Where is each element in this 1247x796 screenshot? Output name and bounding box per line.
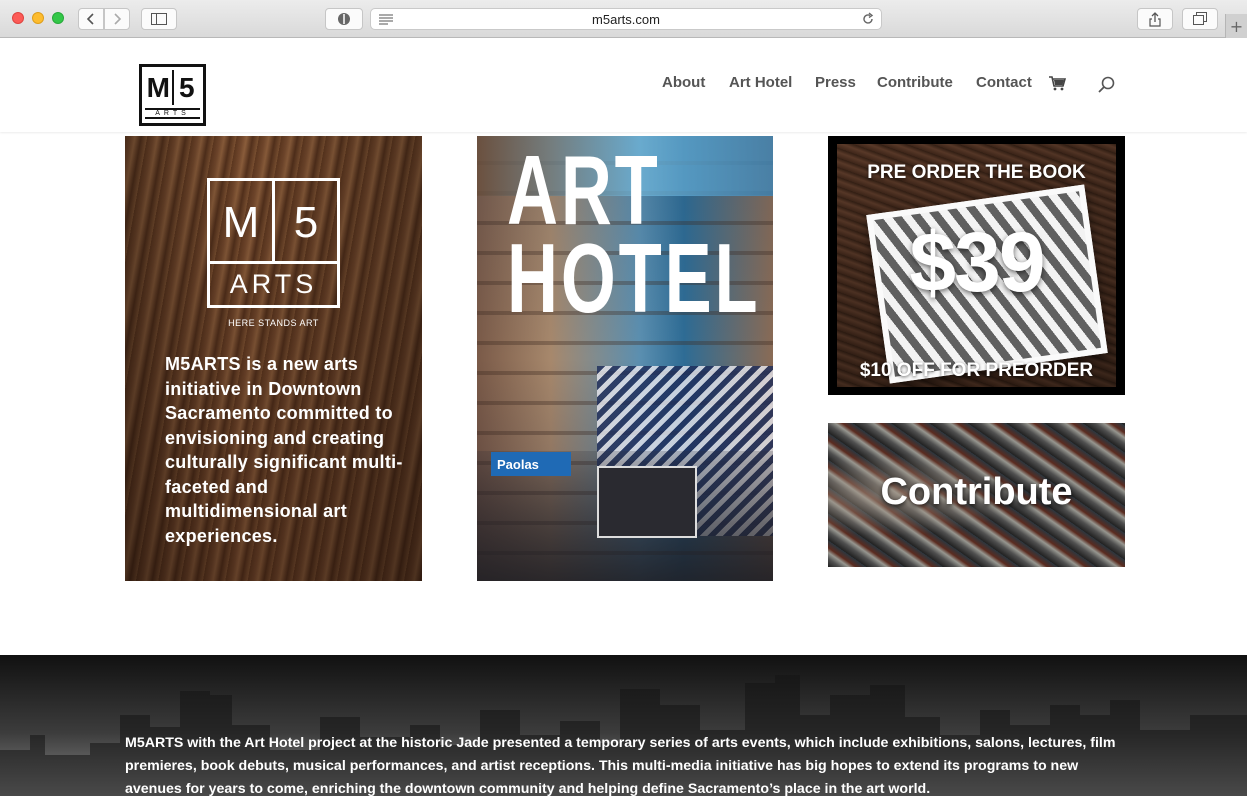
back-button[interactable] [78, 8, 104, 30]
reader-icon[interactable] [379, 14, 393, 25]
plus-icon: + [1229, 16, 1244, 36]
minimize-window-button[interactable] [32, 12, 44, 24]
storefront-mural [597, 466, 697, 538]
logo-m: M [145, 70, 174, 105]
about-logo-m: M [210, 181, 275, 261]
site-header: M 5 ARTS About Art Hotel Press Contribut… [0, 38, 1247, 132]
chevron-left-icon [86, 13, 94, 25]
site-logo[interactable]: M 5 ARTS [139, 64, 206, 126]
art-hotel-title-line1: ART [507, 136, 661, 245]
preorder-heading: PRE ORDER THE BOOK [867, 162, 1086, 183]
browser-toolbar: m5arts.com + [0, 0, 1247, 38]
logo-5: 5 [178, 72, 195, 103]
close-window-button[interactable] [12, 12, 24, 24]
nav-contribute[interactable]: Contribute [877, 74, 953, 91]
art-hotel-title-line2: HOTEL [507, 223, 761, 333]
preorder-discount: $10 OFF FOR PREORDER [859, 360, 1094, 381]
about-logo-5: 5 [293, 198, 319, 247]
book-photo: PRE ORDER THE BOOK $39 $10 OFF FOR PREOR… [837, 144, 1116, 387]
contribute-label: Contribute [880, 471, 1073, 513]
tabs-icon [1193, 12, 1207, 25]
art-hotel-title: ART HOTEL [507, 136, 761, 333]
about-logo-letters: M 5 [210, 181, 337, 264]
about-band: M5ARTS with the Art Hotel project at the… [0, 655, 1247, 796]
logo-letters: M 5 [145, 70, 200, 105]
sidebar-icon [151, 13, 167, 25]
nav-contact[interactable]: Contact [976, 74, 1032, 91]
privacy-report-button[interactable] [325, 8, 363, 30]
zoom-window-button[interactable] [52, 12, 64, 24]
new-tab-button[interactable]: + [1225, 14, 1247, 38]
logo-arts: ARTS [145, 108, 200, 119]
art-hotel-tile[interactable]: Paolas ART HOTEL [477, 136, 773, 581]
address-bar[interactable]: m5arts.com [370, 8, 882, 30]
nav-about[interactable]: About [662, 74, 705, 91]
tab-overview-button[interactable] [1182, 8, 1218, 30]
about-tagline: HERE STANDS ART [228, 318, 319, 328]
about-logo-arts: ARTS [229, 269, 318, 299]
about-band-text: M5ARTS with the Art Hotel project at the… [125, 735, 1116, 796]
contribute-tile[interactable]: Contribute [828, 423, 1125, 567]
about-tile-logo: M 5 ARTS [207, 178, 340, 308]
shield-icon [338, 13, 350, 25]
cart-icon[interactable] [1049, 76, 1067, 95]
search-icon[interactable] [1098, 76, 1115, 97]
url-text: m5arts.com [592, 11, 660, 27]
sidebar-toggle-button[interactable] [141, 8, 177, 30]
share-button[interactable] [1137, 8, 1173, 30]
chevron-right-icon [114, 13, 122, 25]
nav-art-hotel[interactable]: Art Hotel [729, 74, 792, 91]
book-price: $39 [909, 215, 1045, 309]
storefront-sign: Paolas [491, 452, 571, 476]
share-icon [1149, 11, 1161, 27]
nav-press[interactable]: Press [815, 74, 856, 91]
reload-icon[interactable] [861, 12, 875, 26]
preorder-book-tile[interactable]: PRE ORDER THE BOOK $39 $10 OFF FOR PREOR… [828, 136, 1125, 395]
about-description: M5ARTS is a new arts initiative in Downt… [165, 354, 403, 546]
forward-button[interactable] [104, 8, 130, 30]
about-tile[interactable]: M 5 ARTS HERE STANDS ART M5ARTS is a new… [125, 136, 422, 581]
